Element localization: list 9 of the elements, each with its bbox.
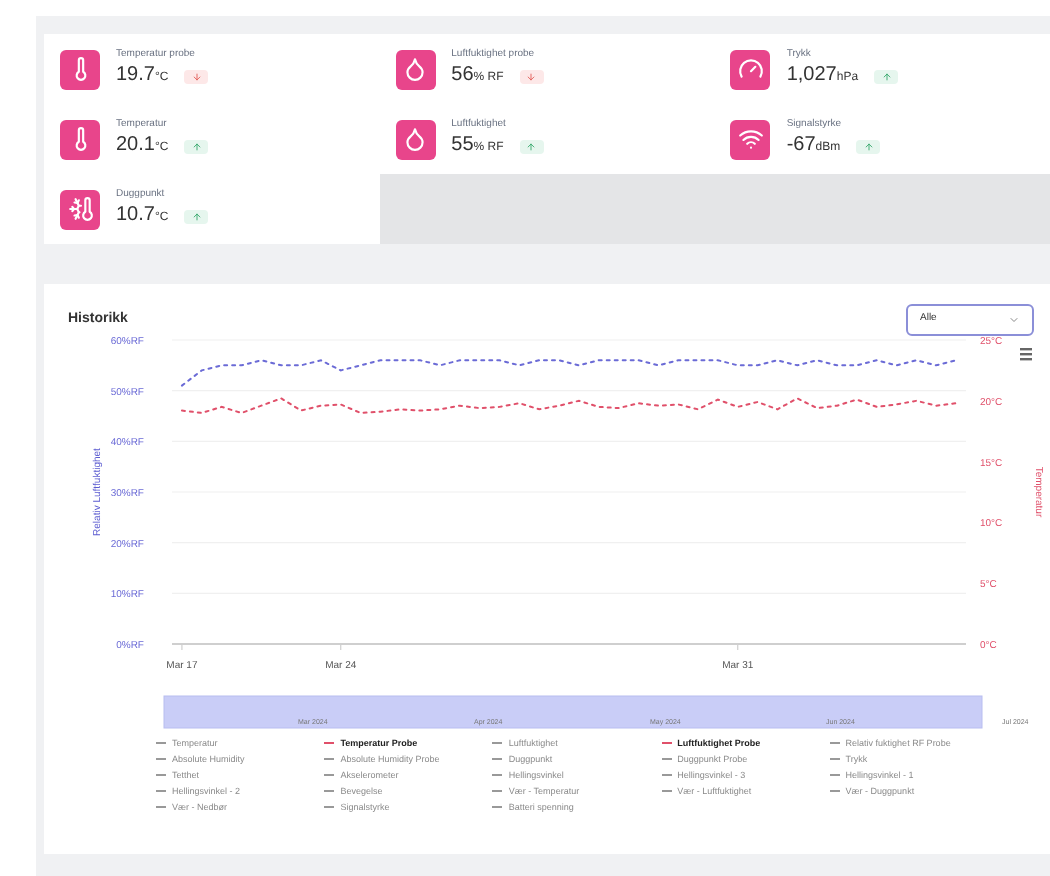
chevron-down-icon xyxy=(1008,314,1020,326)
thermometer-snowflake-icon xyxy=(60,189,100,229)
gauge-icon xyxy=(730,49,771,89)
wifi-icon xyxy=(730,119,771,159)
droplet-icon xyxy=(395,119,436,159)
menu-icon[interactable] xyxy=(1020,348,1032,361)
thermometer-icon xyxy=(60,119,100,159)
droplet-icon xyxy=(395,49,436,89)
thermometer-icon xyxy=(60,49,100,89)
